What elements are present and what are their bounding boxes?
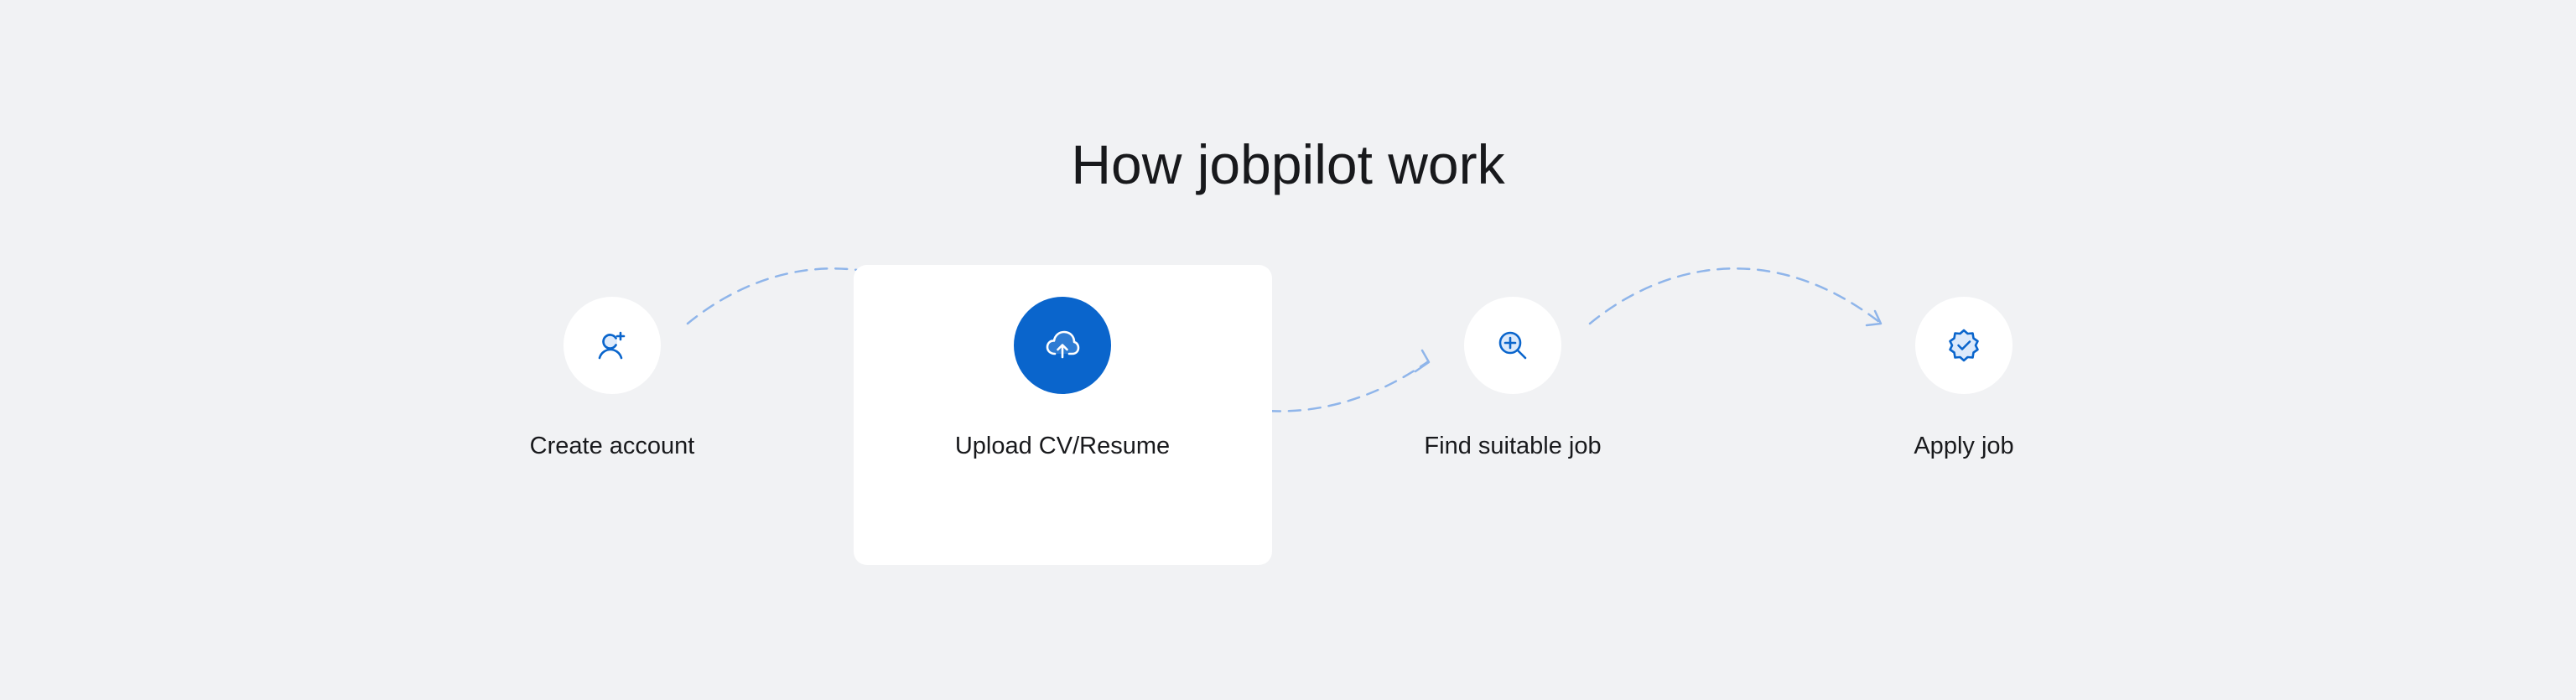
arrowhead-2 [1414,349,1431,373]
step-4-label: Apply job [1914,433,2014,459]
arrowhead-3 [1865,309,1883,327]
how-it-works-section: How jobpilot work Create account Upload … [0,0,2576,700]
step-4-icon-circle[interactable] [1915,297,2012,394]
step-connectors [686,267,1883,412]
step-2-label: Upload CV/Resume [954,433,1171,459]
user-plus-icon [598,331,626,360]
cloud-upload-icon [1046,330,1080,359]
step-1-icon-circle[interactable] [564,297,661,394]
verified-badge-icon [1949,329,1979,362]
section-title: How jobpilot work [1071,133,1505,195]
step-1-label: Create account [529,433,695,459]
step-3-icon-circle[interactable] [1464,297,1561,394]
connector-arrow-3 [1588,267,1881,325]
step-3-label: Find suitable job [1424,433,1602,459]
magnifying-glass-plus-icon [1498,331,1527,360]
step-2-icon-circle[interactable] [1014,297,1111,394]
